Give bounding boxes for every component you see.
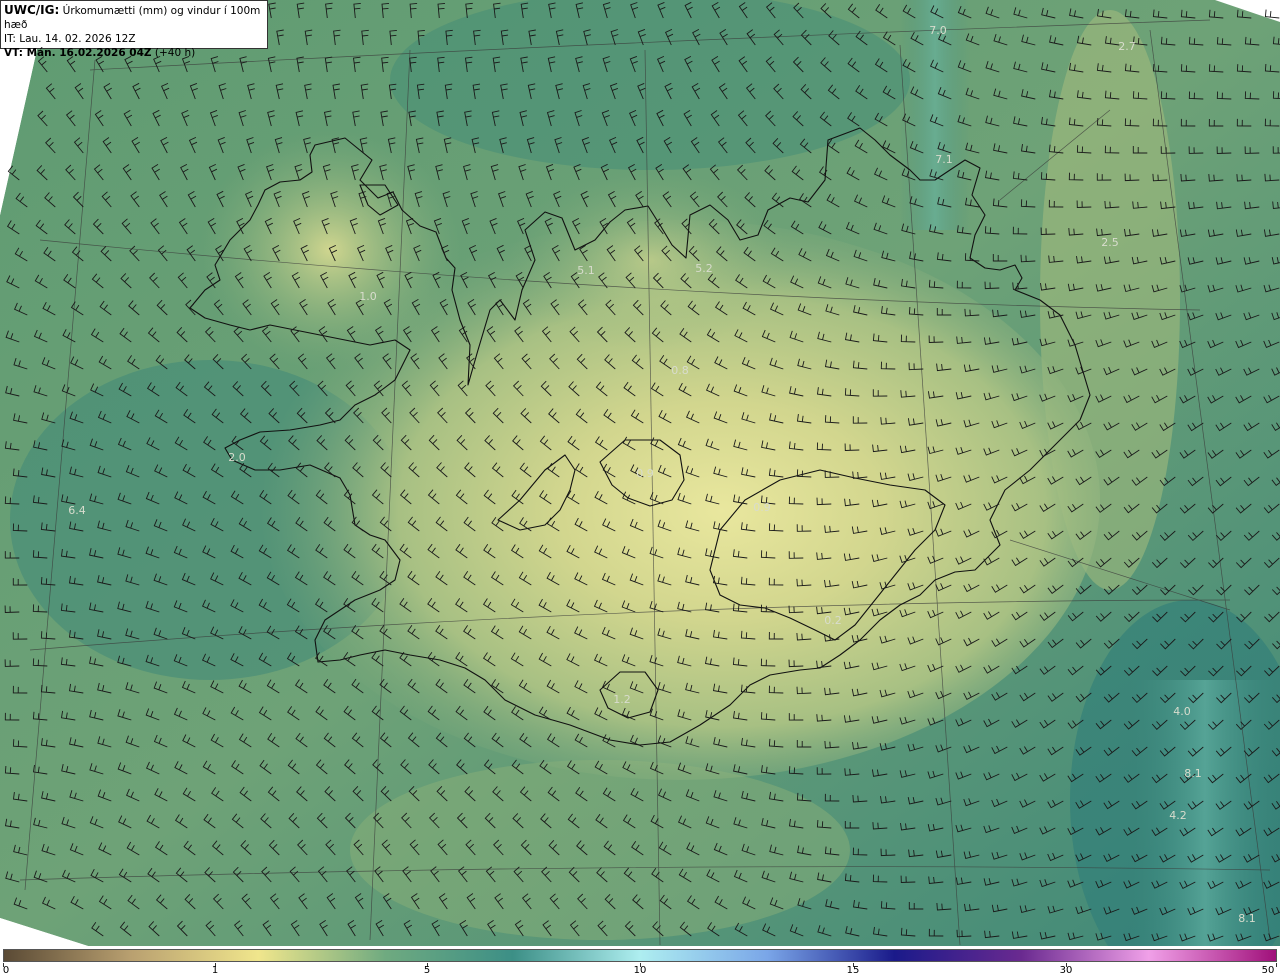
colorbar-label: 50	[1261, 965, 1275, 976]
weather-map-view: 7.0 2.7 7.1 2.5 5.1 5.2 1.0 0.8 2.0 0.9 …	[0, 0, 1280, 978]
map-value: 4.0	[1173, 705, 1191, 718]
colorbar-label: 30	[1059, 965, 1073, 976]
colorbar-label: 5	[423, 965, 431, 976]
map-value: 5.2	[695, 262, 713, 275]
map-value: 0.9	[636, 467, 654, 480]
map-header: UWC/IG: Úrkomumætti (mm) og vindur í 100…	[0, 0, 268, 59]
map-value: 2.0	[228, 451, 246, 464]
forecast-map: 7.0 2.7 7.1 2.5 5.1 5.2 1.0 0.8 2.0 0.9 …	[0, 0, 1280, 946]
map-value: 0.9	[753, 501, 771, 514]
initial-time: IT: Lau. 14. 02. 2026 12Z	[4, 33, 136, 45]
map-value: 8.1	[1184, 767, 1202, 780]
map-value: 0.8	[671, 364, 689, 377]
product-title: UWC/IG: Úrkomumætti (mm) og vindur í 100…	[4, 3, 261, 31]
map-value: 8.1	[1238, 912, 1256, 925]
map-value: 5.1	[577, 264, 595, 277]
colorbar-label: 1	[211, 965, 219, 976]
map-value: 0.2	[824, 614, 842, 627]
colorbar: 0 1 5 10 15 30 50	[0, 946, 1280, 978]
map-value: 6.4	[68, 504, 86, 517]
colorbar-strip	[3, 949, 1277, 962]
map-value: 4.2	[1169, 809, 1187, 822]
colorbar-label: 10	[633, 965, 647, 976]
map-value: 7.1	[935, 153, 953, 166]
map-value: 7.0	[929, 24, 947, 37]
map-value: 2.7	[1118, 40, 1136, 53]
valid-time: VT: Mán. 16.02.2026 04Z (+40 h)	[4, 47, 196, 59]
colorbar-label: 15	[846, 965, 860, 976]
map-value: 1.2	[613, 693, 631, 706]
colorbar-label: 0	[2, 965, 10, 976]
map-value: 1.0	[359, 290, 377, 303]
map-value: 2.5	[1101, 236, 1119, 249]
